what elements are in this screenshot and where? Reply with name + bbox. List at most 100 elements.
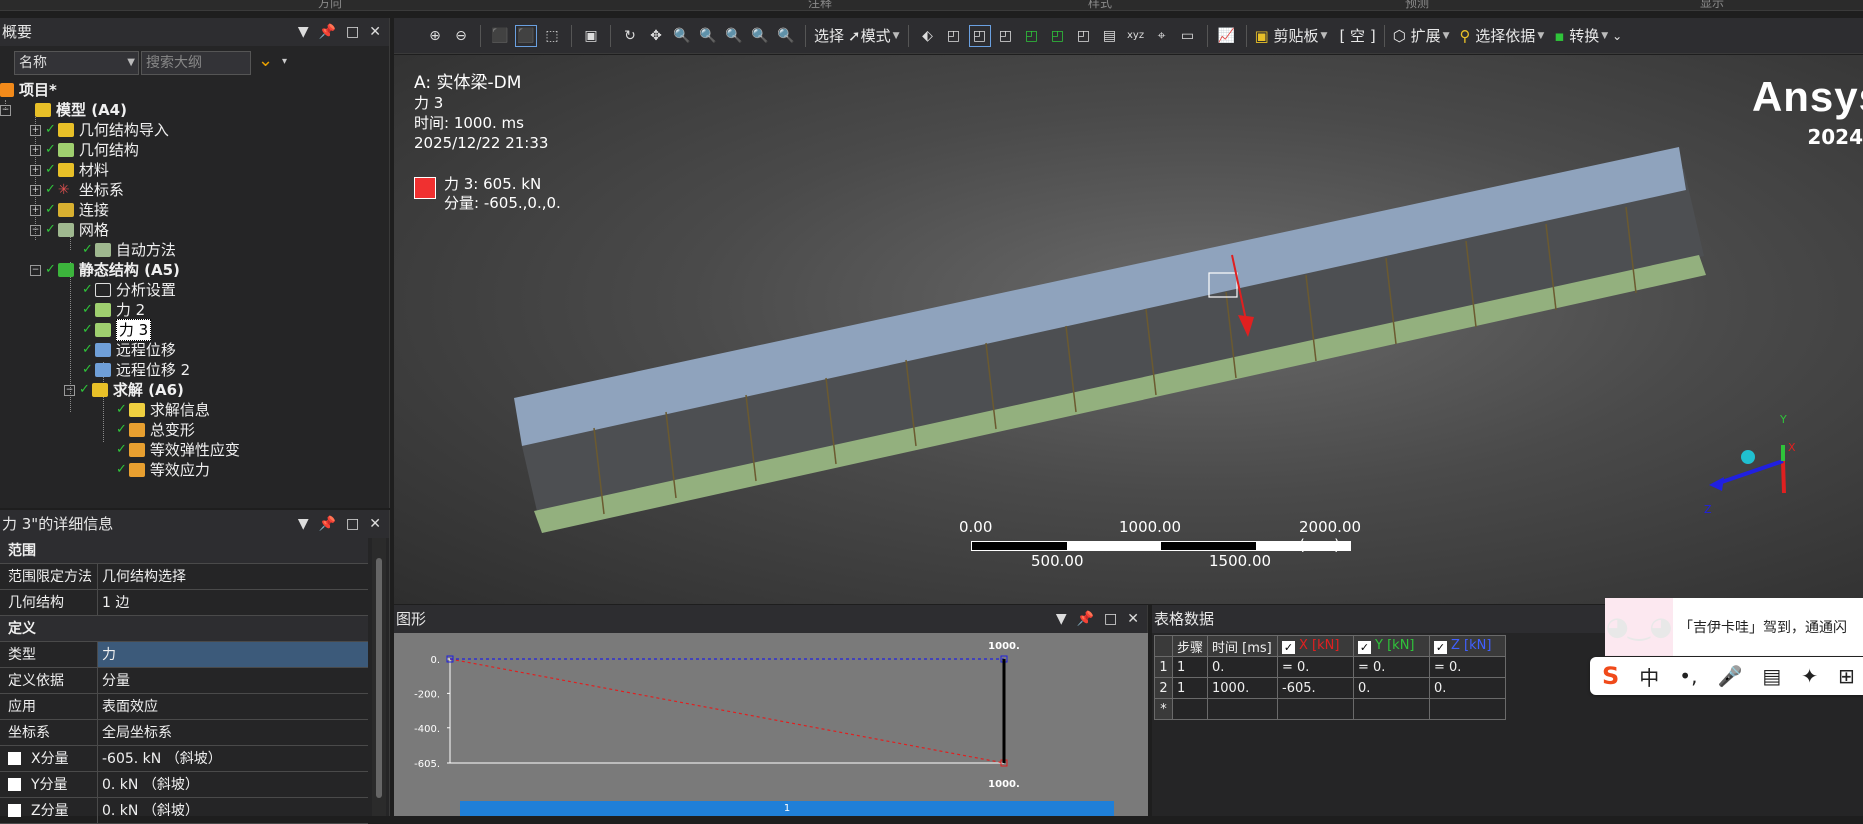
table-row[interactable]: 2 1 1000. -605. 0. 0. (1154, 677, 1507, 699)
ribbon-label[interactable]: 方向 (318, 0, 342, 10)
clipboard-button[interactable]: ▣ 剪贴板 ▼ (1255, 25, 1328, 46)
select-by-button[interactable]: ⚲ 选择依据 ▼ (1460, 25, 1545, 46)
tree-item-geometry[interactable]: + ✓ 几何结构 (30, 140, 139, 160)
ime-language-toggle[interactable]: 中 (1639, 662, 1659, 691)
expand-icon[interactable]: + (30, 144, 41, 156)
maximize-icon[interactable]: □ (346, 510, 359, 538)
details-row[interactable]: 几何结构 1 边 (0, 590, 368, 616)
probe-icon[interactable]: ⌖ (1151, 25, 1173, 47)
collapse-icon[interactable]: − (64, 384, 75, 396)
close-icon[interactable]: ✕ (369, 510, 381, 538)
extend-button[interactable]: ⬡ 扩展 ▼ (1393, 25, 1450, 46)
pin-icon[interactable]: 📌 (319, 510, 336, 538)
collapse-icon[interactable]: − (0, 104, 11, 116)
pan-icon[interactable]: ✥ (645, 25, 667, 47)
column-header-z[interactable]: ✓ Z [kN] (1429, 635, 1507, 657)
details-row[interactable]: X分量 -605. kN （斜坡） (0, 746, 368, 772)
filter-type-select[interactable]: 名称 ▼ (14, 51, 139, 75)
tree-item-materials[interactable]: + ✓ 材料 (30, 160, 109, 180)
property-value[interactable]: 力 (98, 642, 368, 667)
zoom-region-icon[interactable]: 🔍 (723, 25, 745, 47)
select-face-icon[interactable]: ◰ (968, 24, 991, 47)
checkbox-checked-icon[interactable]: ✓ (1434, 641, 1448, 654)
tree-item-solution[interactable]: − ✓ 求解 (A6) (64, 380, 184, 400)
property-value[interactable]: 分量 (98, 668, 368, 693)
select-edge-icon[interactable]: ◰ (943, 25, 965, 47)
tree-item-solution-info[interactable]: ✓ 求解信息 (116, 400, 210, 420)
parameter-checkbox[interactable] (8, 778, 21, 791)
select-element-icon[interactable]: ◰ (1021, 25, 1043, 47)
checkbox-checked-icon[interactable]: ✓ (1282, 641, 1296, 654)
details-row[interactable]: Y分量 0. kN （斜坡） (0, 772, 368, 798)
select-vertex-icon[interactable]: ⬖ (917, 25, 939, 47)
chart-icon[interactable]: 📈 (1216, 25, 1238, 47)
column-header[interactable]: 步骤 (1171, 635, 1209, 657)
sogou-logo-icon[interactable]: S (1602, 662, 1619, 690)
tree-item-analysis-settings[interactable]: ✓ 分析设置 (82, 280, 176, 300)
tree-item-force-2[interactable]: ✓ 力 2 (82, 300, 145, 320)
table-cell[interactable]: 0. (1207, 656, 1279, 678)
tree-item-remote-displacement[interactable]: ✓ 远程位移 (82, 340, 176, 360)
zoom-selection-icon[interactable]: 🔍 (749, 25, 771, 47)
table-cell[interactable]: 0. (1353, 677, 1431, 699)
step-bar[interactable]: 1 (460, 801, 1114, 816)
rotate-icon[interactable]: ↻ (619, 25, 641, 47)
triad-origin-icon[interactable] (1741, 450, 1755, 464)
table-cell[interactable] (1429, 698, 1507, 720)
tree-item-project[interactable]: 项目* (0, 80, 57, 100)
close-icon[interactable]: ✕ (1127, 605, 1139, 633)
property-value[interactable]: -605. kN （斜坡） (98, 746, 368, 771)
panel-menu-icon[interactable]: ▼ (298, 510, 309, 538)
shaded-view-icon[interactable]: ⬛ (515, 24, 537, 47)
column-header-y[interactable]: ✓ Y [kN] (1353, 635, 1431, 657)
axis-triad[interactable]: Y X Z (1704, 413, 1796, 516)
ime-notification-bubble[interactable]: ◕‿◕ 「吉伊卡哇」驾到，通通闪 (1605, 598, 1863, 656)
property-value[interactable]: 0. kN （斜坡） (98, 772, 368, 797)
tree-item-coordinate-systems[interactable]: + ✓ ✳ 坐标系 (30, 180, 124, 200)
ribbon-label[interactable]: 显示 (1700, 0, 1724, 10)
convert-button[interactable]: ▪ 转换 ▼ (1554, 25, 1608, 46)
table-cell[interactable]: 1 (1171, 656, 1209, 678)
skin-icon[interactable]: ✦ (1801, 664, 1818, 688)
zoom-fit-icon[interactable]: 🔍 (697, 25, 719, 47)
scrollbar-thumb[interactable] (376, 558, 382, 798)
collapse-icon[interactable]: − (30, 264, 41, 276)
column-header[interactable]: 时间 [ms] (1207, 635, 1279, 657)
tree-item-force-3[interactable]: ✓ 力 3 (82, 319, 152, 341)
table-cell[interactable]: = 0. (1277, 656, 1355, 678)
table-row[interactable]: 1 1 0. = 0. = 0. = 0. (1154, 656, 1507, 678)
checkbox-checked-icon[interactable]: ✓ (1358, 641, 1372, 654)
details-row[interactable]: 类型力 (0, 642, 368, 668)
tree-item-geometry-import[interactable]: + ✓ 几何结构导入 (30, 120, 169, 140)
tree-item-equivalent-stress[interactable]: ✓ 等效应力 (116, 460, 210, 480)
table-cell[interactable]: 1000. (1207, 677, 1279, 699)
table-cell[interactable] (1207, 698, 1279, 720)
parameter-checkbox[interactable] (8, 752, 21, 765)
tree-item-total-deformation[interactable]: ✓ 总变形 (116, 420, 195, 440)
mode-button[interactable]: ➚ 模式 ▼ (848, 25, 900, 46)
tree-item-model[interactable]: − 模型 (A4) (0, 100, 127, 120)
details-section-definition[interactable]: 定义 (0, 616, 368, 642)
table-cell[interactable]: = 0. (1353, 656, 1431, 678)
expand-icon[interactable]: + (30, 164, 41, 176)
panel-menu-icon[interactable]: ▼ (1056, 605, 1067, 633)
cube-view-icon[interactable]: ⬛ (489, 25, 511, 47)
zoom-in-icon[interactable]: ⊕ (424, 25, 446, 47)
panel-menu-icon[interactable]: ▼ (298, 18, 309, 46)
zoom-previous-icon[interactable]: 🔍 (775, 25, 797, 47)
select-body-icon[interactable]: ◰ (995, 25, 1017, 47)
layout-icon[interactable]: ▣ (580, 25, 602, 47)
details-row[interactable]: 范围限定方法 几何结构选择 (0, 564, 368, 590)
select-mesh-icon[interactable]: ◰ (1073, 25, 1095, 47)
maximize-icon[interactable]: □ (346, 18, 359, 46)
ribbon-label[interactable]: 注释 (808, 0, 832, 10)
table-cell[interactable] (1353, 698, 1431, 720)
tree-item-static-structural[interactable]: − ✓ 静态结构 (A5) (30, 260, 180, 280)
toolbox-icon[interactable]: ⊞ (1838, 664, 1855, 688)
ribbon-label[interactable]: 样式 (1088, 0, 1112, 10)
tree-item-remote-displacement-2[interactable]: ✓ 远程位移 2 (82, 360, 190, 380)
table-cell[interactable]: = 0. (1429, 656, 1507, 678)
parameter-checkbox[interactable] (8, 804, 21, 817)
details-row[interactable]: 定义依据 分量 (0, 668, 368, 694)
punctuation-icon[interactable]: •, (1679, 664, 1697, 688)
